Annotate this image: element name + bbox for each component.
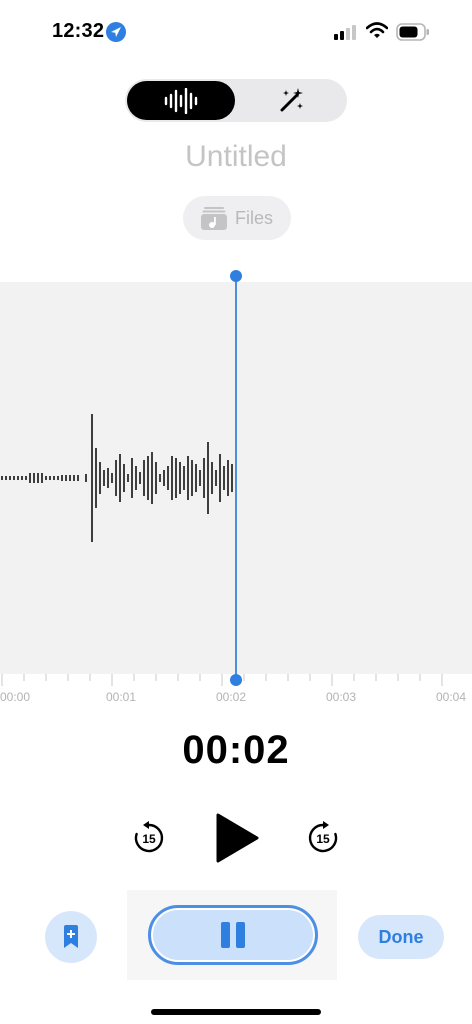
playhead-top-handle[interactable] [230,270,242,282]
files-button[interactable]: Files [183,196,291,240]
timeline-label: 00:04 [436,690,467,704]
battery-icon [396,23,430,41]
timeline-label: 00:00 [0,690,31,704]
elapsed-time: 00:02 [182,728,290,772]
skip-forward-label: 15 [316,832,330,846]
pause-button[interactable] [148,905,318,965]
mode-segmented-control [125,79,347,122]
wifi-icon [365,22,389,40]
timeline-label: 00:01 [106,690,137,704]
location-arrow-icon [106,22,126,42]
magic-wand-icon [280,87,303,111]
timeline-label: 00:03 [326,690,357,704]
waveform-mode-tab[interactable] [127,81,235,120]
play-button[interactable] [214,812,260,864]
skip-forward-button[interactable]: 15 [305,820,341,856]
skip-back-label: 15 [142,832,156,846]
skip-forward-15-icon: 15 [308,821,338,853]
music-folder-icon [200,207,227,230]
cellular-signal-icon [333,24,359,40]
skip-back-15-icon: 15 [134,821,164,853]
recording-title[interactable]: Untitled [0,140,472,174]
pause-icon [221,922,245,948]
timeline-label: 00:02 [216,690,247,704]
home-indicator[interactable] [151,1009,321,1015]
files-label: Files [234,207,273,228]
status-time: 12:32 [52,20,105,42]
play-icon [216,813,259,863]
done-button[interactable]: Done [358,915,444,959]
bookmark-add-icon [64,925,78,948]
waveform-icon [164,87,198,114]
add-bookmark-button[interactable] [45,911,97,963]
skip-back-button[interactable]: 15 [131,820,167,856]
enhance-mode-tab[interactable] [237,81,345,120]
playhead[interactable] [235,276,237,681]
